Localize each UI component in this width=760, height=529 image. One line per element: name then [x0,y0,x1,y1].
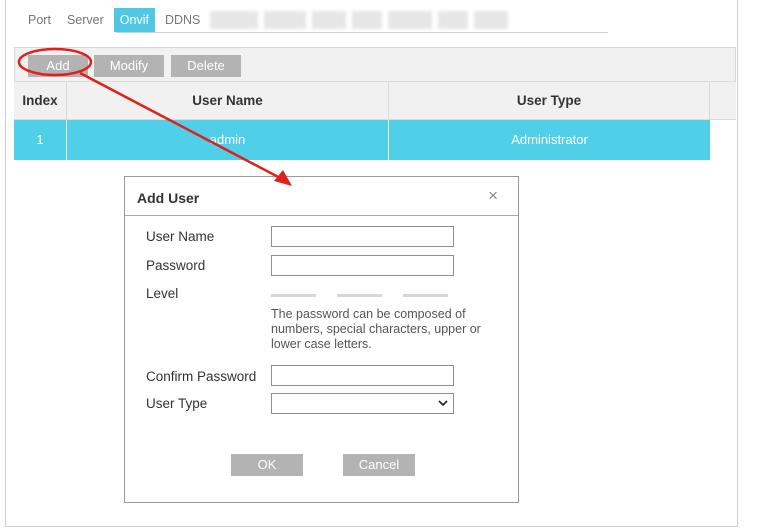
cancel-button[interactable]: Cancel [343,454,415,476]
add-user-dialog: Add User × User Name Password Level The … [124,176,519,503]
tab-underline [116,32,608,33]
tab-port[interactable]: Port [22,8,57,32]
table-row[interactable]: 1 admin Administrator [14,120,710,160]
password-hint: The password can be composed of numbers,… [271,307,481,351]
confirm-password-label: Confirm Password [146,369,257,384]
tab-obscured[interactable] [474,11,509,29]
tab-ddns[interactable]: DDNS [159,8,206,32]
close-icon[interactable]: × [488,186,498,206]
tab-obscured[interactable] [388,11,433,29]
modify-button[interactable]: Modify [94,55,164,77]
user-name-label: User Name [146,229,215,244]
user-name-input[interactable] [271,226,454,247]
cell-index: 1 [14,120,67,160]
tab-obscured[interactable] [312,11,347,29]
password-strength-bar [403,294,448,297]
cell-user-type: Administrator [511,132,588,147]
password-label: Password [146,258,206,273]
tab-server[interactable]: Server [61,8,110,32]
dialog-title: Add User [137,190,200,206]
dialog-divider [125,215,518,216]
confirm-password-input[interactable] [271,365,454,386]
password-strength-bar [271,294,316,297]
tab-obscured[interactable] [352,11,383,29]
column-header-user-type[interactable]: User Type [389,82,710,119]
column-header-spacer [710,82,736,119]
column-header-index[interactable]: Index [14,82,67,119]
toolbar: Add Modify Delete [14,47,736,81]
password-input[interactable] [271,255,454,276]
table-header: Index User Name User Type [14,81,736,120]
cell-user-name: admin [67,120,389,160]
tab-obscured[interactable] [438,11,469,29]
tab-onvif[interactable]: Onvif [113,8,155,32]
column-header-user-name[interactable]: User Name [67,82,389,119]
user-type-select[interactable] [271,393,454,414]
tab-obscured[interactable] [210,11,259,29]
tab-bar: Port Server Onvif DDNS [22,5,514,35]
add-button[interactable]: Add [28,55,88,77]
chevron-down-icon [438,400,448,407]
delete-button[interactable]: Delete [171,55,241,77]
user-type-label: User Type [146,396,208,411]
user-table: Index User Name User Type 1 admin Admini… [14,81,736,160]
level-label: Level [146,286,179,301]
tab-obscured[interactable] [264,11,307,29]
ok-button[interactable]: OK [231,454,303,476]
password-strength-bar [337,294,382,297]
